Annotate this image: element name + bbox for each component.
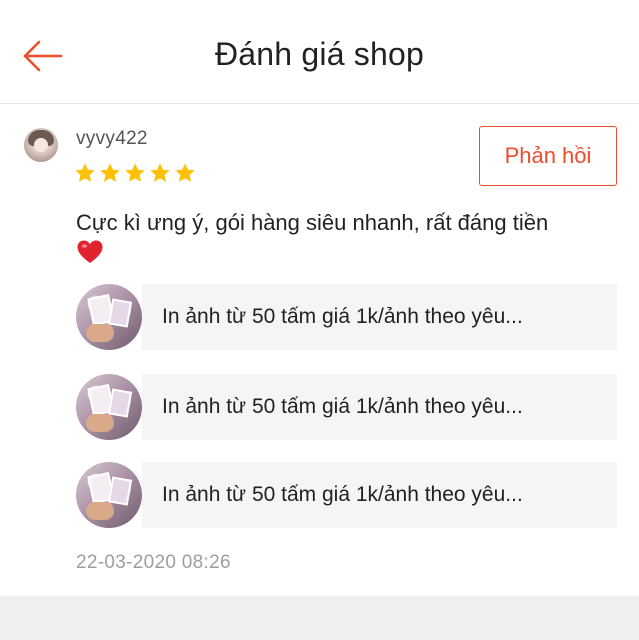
product-item[interactable]: In ảnh từ 50 tấm giá 1k/ảnh theo yêu... bbox=[76, 462, 617, 528]
product-info: In ảnh từ 50 tấm giá 1k/ảnh theo yêu... bbox=[142, 284, 617, 350]
comment-text: Cực kì ưng ý, gói hàng siêu nhanh, rất đ… bbox=[76, 210, 549, 235]
product-name: In ảnh từ 50 tấm giá 1k/ảnh theo yêu... bbox=[162, 483, 523, 506]
avatar-face bbox=[34, 138, 48, 152]
product-info: In ảnh từ 50 tấm giá 1k/ảnh theo yêu... bbox=[142, 462, 617, 528]
star-icon bbox=[125, 163, 145, 182]
username: vyvy422 bbox=[76, 128, 148, 149]
product-thumbnail bbox=[76, 284, 142, 350]
product-thumbnail bbox=[76, 462, 142, 528]
star-icon bbox=[75, 163, 95, 182]
rating-stars bbox=[74, 162, 196, 184]
review-timestamp: 22-03-2020 08:26 bbox=[76, 552, 231, 573]
star-icon bbox=[150, 163, 170, 182]
product-info: In ảnh từ 50 tấm giá 1k/ảnh theo yêu... bbox=[142, 374, 617, 440]
product-thumbnail bbox=[76, 374, 142, 440]
product-item[interactable]: In ảnh từ 50 tấm giá 1k/ảnh theo yêu... bbox=[76, 284, 617, 350]
header-bar: Đánh giá shop bbox=[0, 0, 639, 104]
product-name: In ảnh từ 50 tấm giá 1k/ảnh theo yêu... bbox=[162, 395, 523, 418]
review-item: vyvy422 Phản hồi Cực kì ưng ý, gói hàng … bbox=[0, 104, 639, 596]
page-title: Đánh giá shop bbox=[215, 36, 424, 72]
star-icon bbox=[100, 163, 120, 182]
product-item[interactable]: In ảnh từ 50 tấm giá 1k/ảnh theo yêu... bbox=[76, 374, 617, 440]
heart-icon bbox=[77, 240, 103, 263]
avatar[interactable] bbox=[24, 128, 58, 162]
product-name: In ảnh từ 50 tấm giá 1k/ảnh theo yêu... bbox=[162, 305, 523, 328]
review-comment: Cực kì ưng ý, gói hàng siêu nhanh, rất đ… bbox=[76, 208, 616, 265]
reply-button[interactable]: Phản hồi bbox=[479, 126, 617, 186]
section-divider bbox=[0, 596, 639, 640]
star-icon bbox=[175, 163, 195, 182]
